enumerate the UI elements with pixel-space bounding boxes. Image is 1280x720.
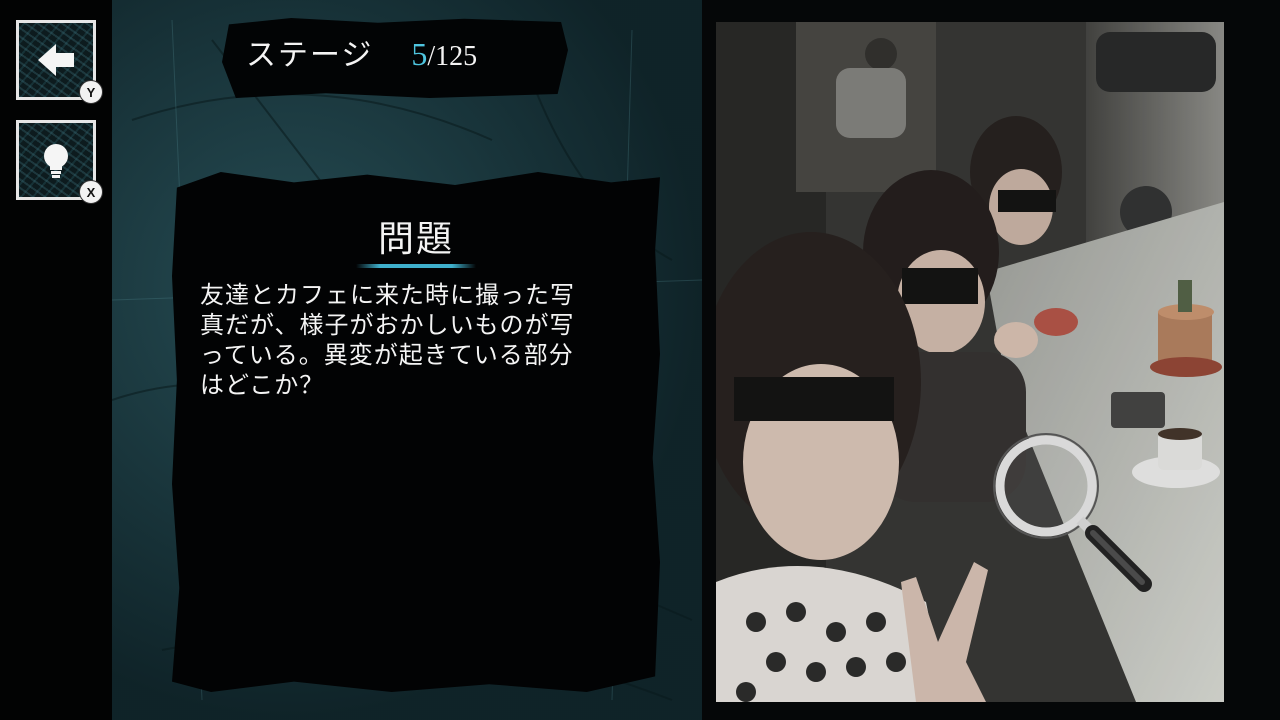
stage-current: 5 (411, 36, 428, 72)
question-text: 友達とカフェに来た時に撮った写 真だが、様子がおかしいものが写 っている。異変が… (200, 281, 575, 399)
cafe-photo-image (716, 22, 1224, 702)
back-arrow-icon (38, 44, 74, 76)
stage-indicator: ステージ 5 /125 (246, 30, 477, 80)
puzzle-photo[interactable] (716, 22, 1224, 702)
stage-label: ステージ (246, 38, 374, 73)
lightbulb-icon (44, 144, 68, 178)
magnifier-cursor-icon[interactable] (988, 428, 1156, 596)
question-title: 問題 (377, 219, 454, 260)
left-sidebar (0, 0, 112, 720)
x-key-badge: X (79, 180, 103, 204)
stage-total: /125 (427, 41, 478, 72)
y-key-badge: Y (79, 80, 103, 104)
title-underline (356, 264, 476, 268)
